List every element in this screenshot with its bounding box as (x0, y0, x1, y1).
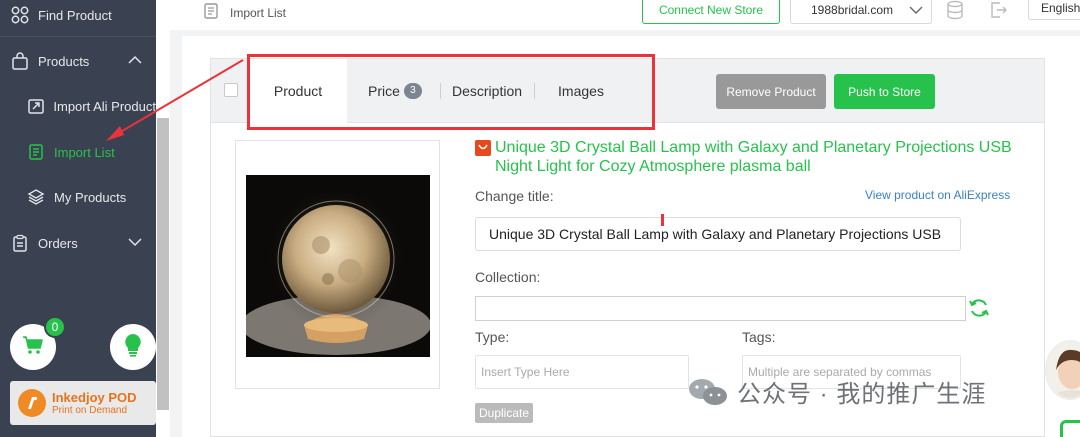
page-title-text: Import List (230, 5, 287, 20)
cart-icon (22, 335, 44, 360)
refresh-icon[interactable] (968, 297, 990, 324)
chevron-down-icon (128, 235, 142, 250)
scrollbar-thumb[interactable] (157, 118, 169, 410)
list-doc-icon (26, 142, 46, 162)
store-select-value: 1988bridal.com (811, 3, 894, 17)
language-select[interactable]: English (1028, 0, 1080, 20)
database-icon[interactable] (945, 0, 965, 20)
collection-input[interactable] (475, 296, 966, 321)
clipboard-icon (10, 233, 30, 253)
chat-button[interactable] (1060, 420, 1080, 437)
collection-label: Collection: (475, 269, 541, 285)
grid-icon (10, 5, 30, 25)
store-select[interactable]: 1988bridal.com (790, 0, 932, 24)
pod-subtitle: Print on Demand (52, 404, 128, 416)
top-bar: Import List Connect New Store 1988bridal… (170, 0, 1080, 30)
wechat-icon (687, 377, 729, 407)
sidebar-divider (0, 36, 156, 37)
logout-icon[interactable] (988, 0, 1008, 20)
type-label: Type: (475, 329, 510, 345)
inkedjoy-logo-icon (18, 389, 46, 417)
sidebar-item-label: Find Product (38, 7, 112, 23)
remove-product-button[interactable]: Remove Product (716, 74, 826, 109)
product-image[interactable] (246, 175, 430, 357)
sidebar-item-my-products[interactable]: My Products (0, 177, 156, 217)
product-title-link[interactable]: Unique 3D Crystal Ball Lamp with Galaxy … (495, 138, 1035, 176)
sidebar-item-orders[interactable]: Orders (0, 223, 156, 263)
watermark: 公众号 · 我的推广生涯 (687, 374, 986, 409)
lightbulb-icon (123, 333, 143, 362)
text-cursor-marker (661, 214, 664, 226)
page-title: Import List (204, 2, 287, 23)
type-input[interactable]: Insert Type Here (475, 355, 689, 389)
sidebar-item-label: Orders (38, 235, 78, 251)
watermark-text: 公众号 · 我的推广生涯 (737, 381, 987, 408)
layers-icon (26, 187, 46, 207)
bag-icon (10, 51, 30, 71)
cart-count-badge: 0 (44, 316, 66, 338)
aliexpress-icon (475, 140, 491, 156)
tips-button[interactable] (110, 324, 156, 370)
connect-new-store-button[interactable]: Connect New Store (642, 0, 780, 24)
page-doc-icon (202, 2, 220, 23)
import-icon (26, 96, 45, 116)
sidebar-item-find-product[interactable]: Find Product (0, 0, 156, 35)
chevron-down-icon (909, 4, 923, 18)
annotation-highlight-box (247, 54, 655, 130)
tags-label: Tags: (742, 329, 776, 345)
duplicate-button[interactable]: Duplicate (475, 403, 533, 423)
push-to-store-button[interactable]: Push to Store (834, 74, 935, 109)
title-input-value: Unique 3D Crystal Ball Lamp with Galaxy … (489, 226, 942, 242)
annotation-arrow (106, 59, 244, 141)
sidebar-item-label: My Products (54, 189, 127, 205)
sidebar-item-label: Products (38, 53, 90, 69)
type-placeholder: Insert Type Here (481, 365, 570, 379)
inkedjoy-pod-card[interactable]: Inkedjoy POD Print on Demand (10, 381, 156, 425)
title-input[interactable]: Unique 3D Crystal Ball Lamp with Galaxy … (475, 217, 961, 251)
change-title-label: Change title: (475, 188, 554, 204)
view-on-aliexpress-link[interactable]: View product on AliExpress (865, 188, 1010, 202)
pod-title: Inkedjoy POD (52, 389, 137, 405)
product-image-frame (235, 140, 440, 389)
